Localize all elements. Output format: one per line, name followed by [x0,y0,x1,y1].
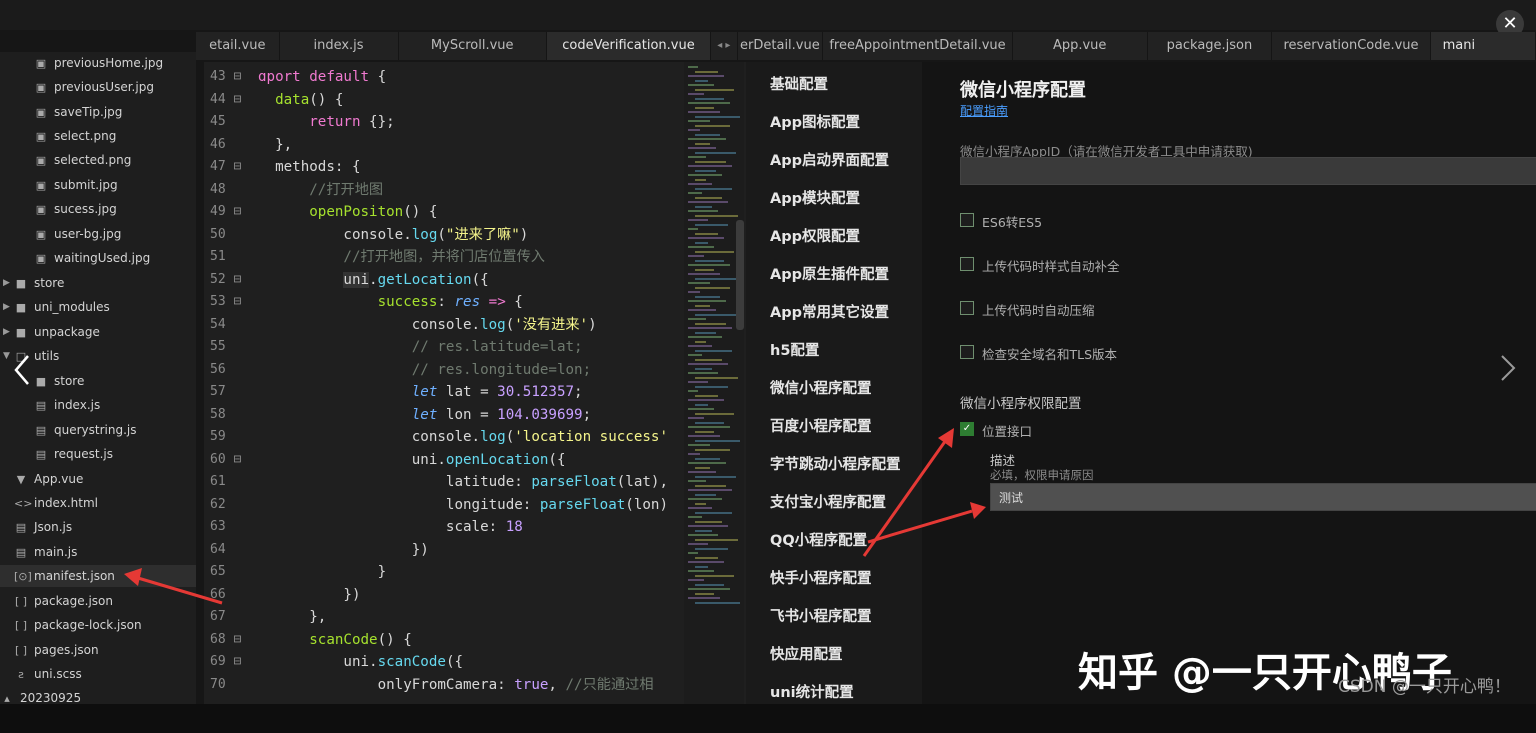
arrow-to-desc-input [867,502,986,544]
app-window: ✕ etail.vue index.js MyScroll.vue codeVe… [0,0,1536,733]
arrow-to-manifest [124,568,223,605]
bottom-bar [0,704,1536,733]
csdn-watermark: CSDN @一只开心鸭！ [1338,677,1511,697]
arrow-to-location-checkbox [862,428,954,557]
annotation-arrows [124,428,986,605]
